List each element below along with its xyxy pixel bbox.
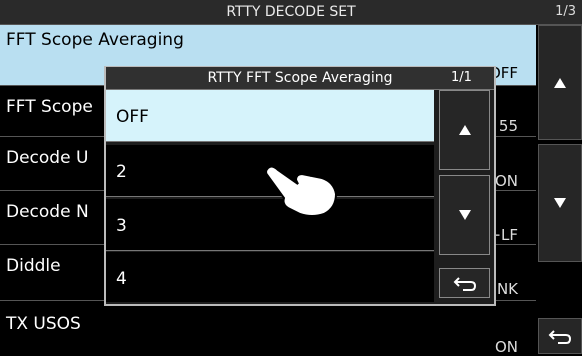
row-value: ON (494, 338, 518, 356)
arrow-down-icon (554, 198, 566, 208)
back-icon (453, 277, 476, 291)
popup-down-button[interactable] (439, 175, 490, 255)
row-value: ON (494, 172, 518, 190)
row-label: TX USOS (6, 314, 81, 334)
option-4[interactable]: 4 (106, 252, 434, 302)
row-label: Diddle (6, 256, 61, 276)
row-label: FFT Scope Averaging (6, 30, 184, 50)
option-label: 4 (116, 269, 127, 289)
popup-title: RTTY FFT Scope Averaging (106, 67, 494, 90)
arrow-up-icon (458, 125, 471, 135)
option-off[interactable]: OFF (106, 90, 434, 142)
row-value: 55 (498, 117, 518, 135)
row-label: FFT Scope (6, 97, 93, 117)
row-tx-usos[interactable]: TX USOS ON (0, 302, 536, 356)
option-label: OFF (116, 107, 149, 127)
arrow-down-icon (458, 210, 471, 220)
title-text: RTTY DECODE SET (226, 4, 356, 20)
back-icon (548, 330, 572, 344)
popup-back-button[interactable] (439, 268, 490, 298)
back-button[interactable] (538, 318, 582, 354)
page-down-button[interactable] (538, 144, 582, 262)
page-up-button[interactable] (538, 25, 582, 140)
screen-title: RTTY DECODE SET (0, 0, 582, 25)
pointing-hand-icon (265, 165, 338, 217)
option-label: 2 (116, 162, 127, 182)
page-indicator: 1/3 (555, 4, 576, 19)
row-label: Decode N (6, 202, 89, 222)
option-label: 3 (116, 216, 127, 236)
popup-page-indicator: 1/1 (451, 70, 472, 85)
row-label: Decode U (6, 148, 89, 168)
arrow-up-icon (554, 77, 566, 88)
popup-up-button[interactable] (439, 90, 490, 170)
row-value: NK (496, 280, 518, 298)
